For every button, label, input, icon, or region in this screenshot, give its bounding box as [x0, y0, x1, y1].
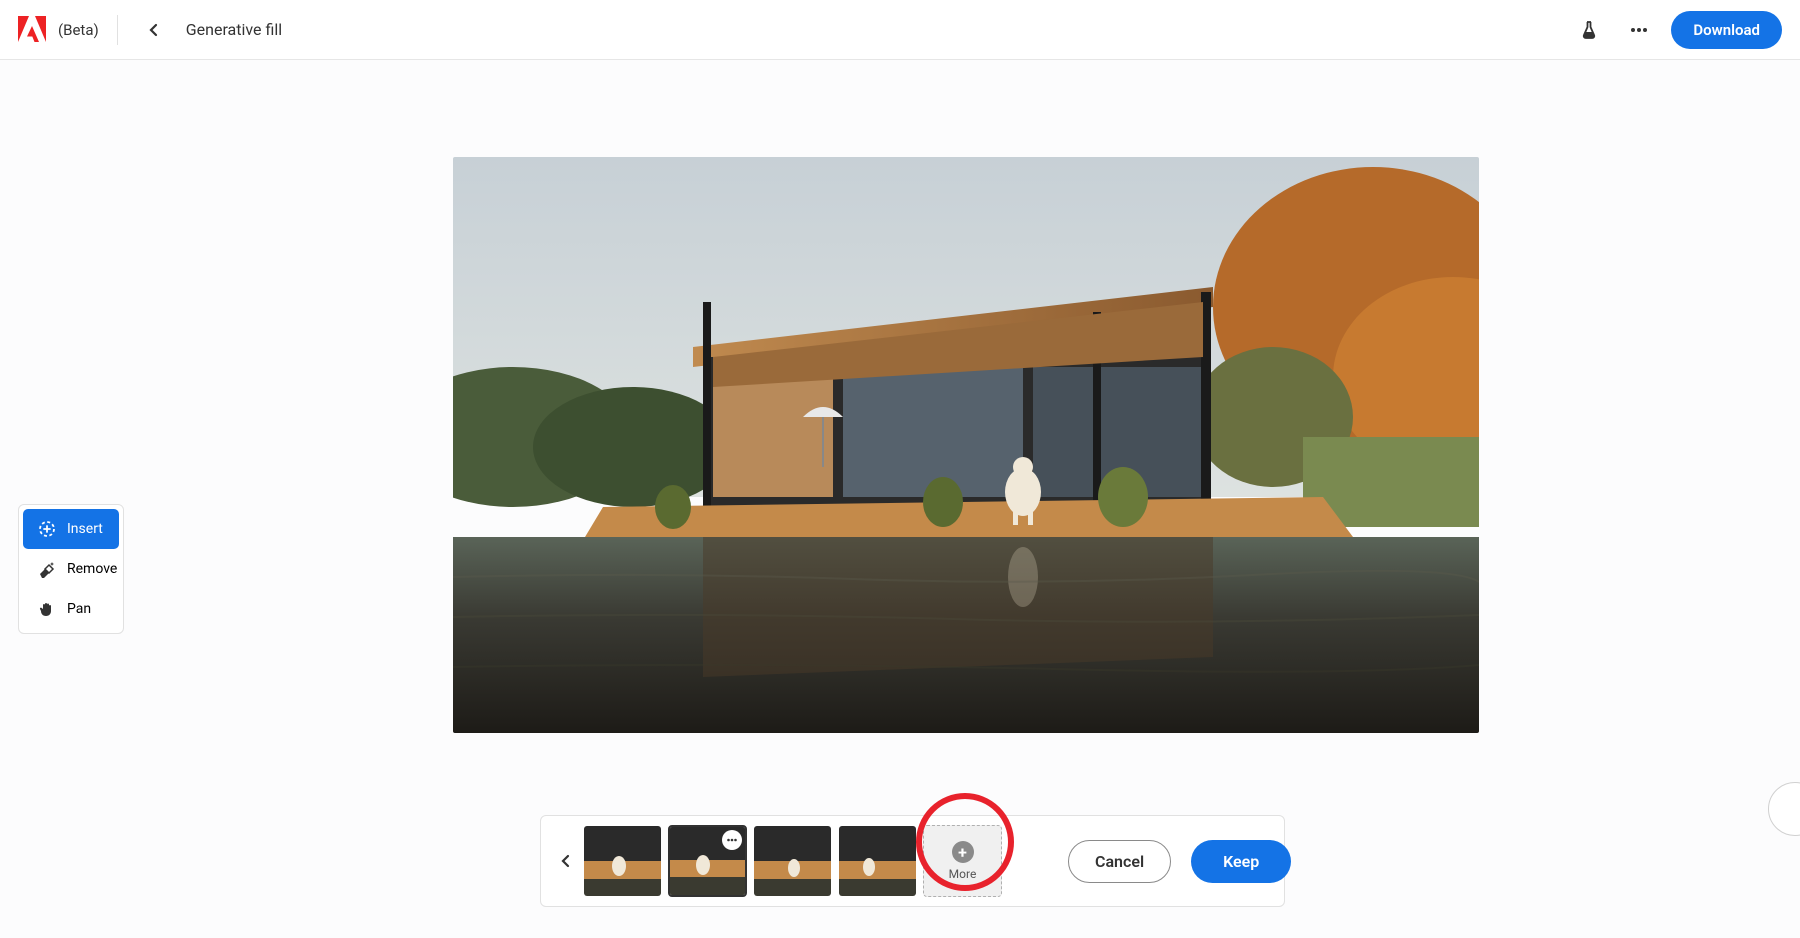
tool-insert-label: Insert [67, 521, 103, 537]
adobe-logo-icon[interactable] [18, 16, 46, 44]
tool-remove-label: Remove [67, 561, 117, 577]
page-title: Generative fill [186, 20, 282, 39]
canvas[interactable] [453, 157, 1479, 733]
variation-thumbnails: + More [583, 825, 1002, 897]
cancel-button[interactable]: Cancel [1068, 840, 1171, 883]
chevron-left-icon [147, 23, 161, 37]
plus-icon: + [952, 841, 974, 863]
variation-thumb-1[interactable] [583, 825, 662, 897]
prev-variations-button[interactable] [559, 845, 573, 877]
tool-pan-label: Pan [67, 601, 91, 617]
header: (Beta) Generative fill Download [0, 0, 1800, 60]
tool-insert[interactable]: Insert [23, 509, 119, 549]
variation-thumb-4[interactable] [838, 825, 917, 897]
download-button[interactable]: Download [1671, 11, 1782, 49]
header-left: (Beta) Generative fill [18, 12, 282, 48]
hand-icon [37, 599, 57, 619]
variation-thumb-3[interactable] [753, 825, 832, 897]
labs-button[interactable] [1571, 12, 1607, 48]
more-menu-button[interactable] [1621, 12, 1657, 48]
header-right: Download [1571, 11, 1782, 49]
help-button[interactable] [1768, 782, 1800, 836]
eraser-sparkle-icon [37, 559, 57, 579]
variation-bar: + More Cancel Keep [540, 815, 1285, 907]
more-variations-button[interactable]: + More [923, 825, 1002, 897]
more-label: More [949, 867, 977, 881]
ellipsis-icon [1629, 20, 1649, 40]
content-area: Insert Remove Pan [0, 60, 1800, 938]
beaker-icon [1579, 20, 1599, 40]
thumb-menu-button[interactable] [722, 830, 742, 850]
keep-button[interactable]: Keep [1191, 840, 1291, 883]
vertical-divider [117, 15, 118, 45]
tool-pan[interactable]: Pan [23, 589, 119, 629]
variation-thumb-2[interactable] [668, 825, 747, 897]
ellipsis-icon [726, 834, 738, 846]
insert-dashed-circle-icon [37, 519, 57, 539]
back-button[interactable] [136, 12, 172, 48]
tool-palette: Insert Remove Pan [18, 504, 124, 634]
beta-label: (Beta) [58, 21, 99, 39]
chevron-left-icon [559, 854, 573, 868]
tool-remove[interactable]: Remove [23, 549, 119, 589]
canvas-image [453, 157, 1479, 733]
